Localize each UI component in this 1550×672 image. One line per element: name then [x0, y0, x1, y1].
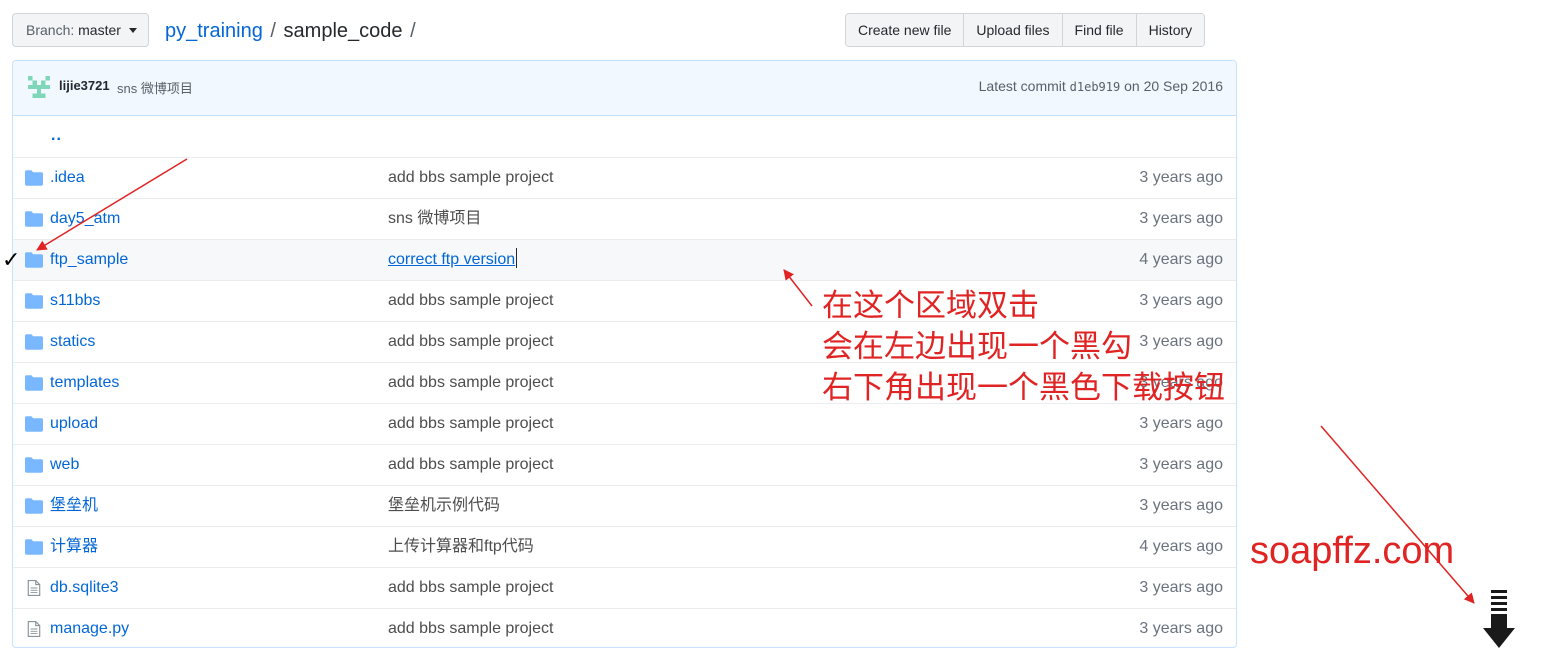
file-age: 4 years ago [1139, 251, 1223, 268]
file-name-link[interactable]: templates [50, 363, 119, 403]
parent-directory-link[interactable]: .. [51, 116, 62, 156]
commit-message-link[interactable]: add bbs sample project [388, 281, 553, 321]
folder-icon [25, 211, 43, 227]
table-row[interactable]: db.sqlite3 add bbs sample project 3 year… [13, 567, 1236, 608]
annotation-arrow [1320, 425, 1475, 604]
download-arrow-icon[interactable] [1482, 588, 1516, 650]
commit-author-link[interactable]: lijie3721 [59, 78, 110, 93]
commit-message-link[interactable]: add bbs sample project [388, 363, 553, 403]
commit-message-link[interactable]: 上传计算器和ftp代码 [388, 527, 534, 567]
folder-icon [25, 293, 43, 309]
file-age: 3 years ago [1139, 210, 1223, 227]
folder-icon [25, 416, 43, 432]
upload-files-button[interactable]: Upload files [963, 14, 1062, 46]
file-name-link[interactable]: ftp_sample [50, 240, 128, 280]
file-name-link[interactable]: upload [50, 404, 98, 444]
caret-down-icon [128, 28, 137, 33]
folder-icon [25, 170, 43, 186]
breadcrumb-repo-link[interactable]: py_training [165, 20, 263, 42]
table-row[interactable]: web add bbs sample project 3 years ago [13, 444, 1236, 485]
annotation-line: 右下角出现一个黑色下载按钮 [822, 370, 1225, 406]
file-name-link[interactable]: 堡垒机 [50, 486, 98, 526]
table-row[interactable]: 堡垒机 堡垒机示例代码 3 years ago [13, 485, 1236, 526]
breadcrumb-separator: / [270, 20, 276, 42]
file-name-link[interactable]: manage.py [50, 609, 129, 647]
commit-message-link[interactable]: add bbs sample project [388, 568, 553, 608]
folder-icon [25, 334, 43, 350]
file-name-link[interactable]: 计算器 [50, 527, 98, 567]
file-icon [27, 621, 41, 637]
table-row[interactable]: .. [13, 116, 1236, 157]
file-icon [27, 580, 41, 596]
file-age: 3 years ago [1139, 456, 1223, 473]
file-age: 3 years ago [1139, 579, 1223, 596]
file-name-link[interactable]: day5_atm [50, 199, 120, 239]
history-button[interactable]: History [1135, 14, 1205, 46]
latest-commit-bar: lijie3721 sns 微博项目 Latest commit d1eb919… [13, 61, 1236, 116]
table-row[interactable]: day5_atm sns 微博项目 3 years ago [13, 198, 1236, 239]
file-name-link[interactable]: .idea [50, 158, 85, 198]
table-row[interactable]: upload add bbs sample project 3 years ag… [13, 403, 1236, 444]
file-age: 3 years ago [1139, 169, 1223, 186]
file-age: 3 years ago [1139, 497, 1223, 514]
find-file-button[interactable]: Find file [1061, 14, 1136, 46]
watermark-text: soapffz.com [1250, 530, 1455, 572]
avatar[interactable] [28, 76, 50, 98]
table-row[interactable]: .idea add bbs sample project 3 years ago [13, 157, 1236, 198]
commit-message-link[interactable]: 堡垒机示例代码 [388, 486, 500, 526]
commit-message-text: correct ftp version [388, 251, 516, 268]
folder-icon [25, 457, 43, 473]
file-actions-button-group: Create new file Upload files Find file H… [845, 13, 1206, 47]
breadcrumb: py_training / sample_code / [165, 17, 418, 45]
commit-message-link[interactable]: add bbs sample project [388, 609, 553, 647]
breadcrumb-separator: / [410, 20, 416, 42]
create-new-file-button[interactable]: Create new file [846, 14, 964, 46]
table-row-selected[interactable]: ftp_sample correct ftp version 4 years a… [13, 239, 1236, 280]
check-mark-icon: ✓ [2, 247, 21, 272]
commit-meta: Latest commit d1eb919 on 20 Sep 2016 [979, 78, 1223, 94]
branch-select-button[interactable]: Branch: master [12, 13, 149, 47]
branch-label: Branch: [26, 22, 75, 38]
commit-message-link[interactable]: add bbs sample project [388, 158, 553, 198]
annotation-line: 会在左边出现一个黑勾 [822, 329, 1132, 365]
annotation-line: 在这个区域双击 [822, 288, 1039, 324]
commit-date: on 20 Sep 2016 [1124, 78, 1223, 94]
commit-message-link[interactable]: sns 微博项目 [388, 199, 481, 239]
file-age: 4 years ago [1139, 538, 1223, 555]
table-row[interactable]: 计算器 上传计算器和ftp代码 4 years ago [13, 526, 1236, 567]
file-name-link[interactable]: db.sqlite3 [50, 568, 119, 608]
file-name-link[interactable]: s11bbs [50, 281, 100, 321]
commit-message-link[interactable]: add bbs sample project [388, 322, 553, 362]
commit-prefix: Latest commit [978, 78, 1066, 94]
file-navigation: Branch: master py_training / sample_code… [12, 13, 1237, 49]
branch-value: master [78, 22, 121, 38]
commit-message[interactable]: sns 微博项目 [117, 78, 193, 97]
commit-message-link[interactable]: add bbs sample project [388, 445, 553, 485]
file-name-link[interactable]: web [50, 445, 79, 485]
folder-icon [25, 252, 43, 268]
annotation-text: 在这个区域双击 会在左边出现一个黑勾 右下角出现一个黑色下载按钮 [822, 286, 1225, 409]
file-age: 3 years ago [1139, 620, 1223, 637]
folder-icon [25, 498, 43, 514]
file-name-link[interactable]: statics [50, 322, 95, 362]
folder-icon [25, 539, 43, 555]
commit-sha-link[interactable]: d1eb919 [1070, 80, 1121, 94]
breadcrumb-current-dir: sample_code [283, 20, 403, 42]
table-row[interactable]: manage.py add bbs sample project 3 years… [13, 608, 1236, 647]
file-age: 3 years ago [1139, 415, 1223, 432]
commit-message-link[interactable]: correct ftp version [388, 240, 518, 280]
folder-icon [25, 375, 43, 391]
text-cursor [516, 248, 518, 268]
commit-message-link[interactable]: add bbs sample project [388, 404, 553, 444]
